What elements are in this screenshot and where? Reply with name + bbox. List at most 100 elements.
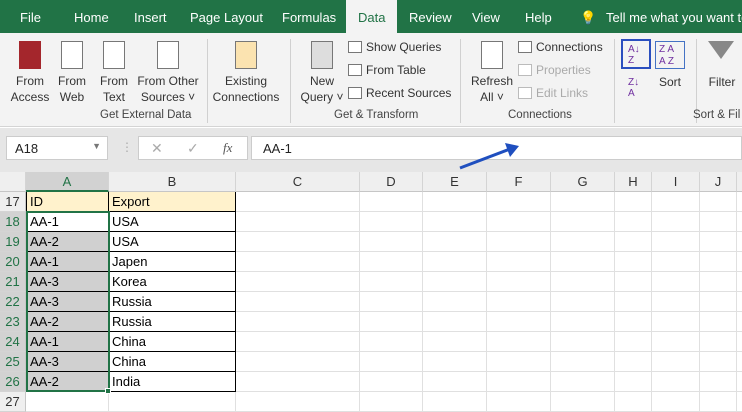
cell[interactable]	[360, 192, 423, 212]
edit-links-button[interactable]: Edit Links	[518, 86, 588, 100]
cell[interactable]	[615, 272, 652, 292]
cell[interactable]	[737, 312, 742, 332]
cell[interactable]	[487, 272, 551, 292]
tab-formulas[interactable]: Formulas	[282, 0, 336, 33]
cell[interactable]	[700, 292, 737, 312]
cell[interactable]	[487, 192, 551, 212]
tab-file[interactable]: File	[20, 0, 41, 33]
cell[interactable]	[236, 232, 360, 252]
row-header[interactable]: 20	[0, 252, 26, 272]
cell-a[interactable]: AA-2	[26, 372, 109, 392]
cell[interactable]	[236, 332, 360, 352]
cell[interactable]	[700, 192, 737, 212]
cell[interactable]	[652, 232, 700, 252]
cell[interactable]	[236, 292, 360, 312]
column-header-i[interactable]: I	[652, 172, 700, 192]
cell[interactable]	[700, 232, 737, 252]
cell[interactable]	[487, 292, 551, 312]
existing-connections-button[interactable]: Existing Connections	[210, 41, 282, 105]
cell[interactable]	[487, 372, 551, 392]
row-header[interactable]: 25	[0, 352, 26, 372]
cell[interactable]	[700, 252, 737, 272]
cell[interactable]	[551, 392, 615, 412]
cell[interactable]	[487, 212, 551, 232]
cell[interactable]	[236, 212, 360, 232]
sort-z-to-a-button[interactable]: Z↓ A	[628, 77, 639, 99]
cell[interactable]	[615, 372, 652, 392]
cell[interactable]	[487, 392, 551, 412]
cell[interactable]	[615, 312, 652, 332]
cell-a[interactable]: ID	[26, 192, 109, 212]
cell[interactable]	[737, 212, 742, 232]
cell[interactable]	[700, 272, 737, 292]
cell[interactable]	[423, 372, 487, 392]
cell[interactable]	[737, 372, 742, 392]
row-header[interactable]: 19	[0, 232, 26, 252]
cell-b[interactable]: China	[109, 352, 236, 372]
cell[interactable]	[700, 352, 737, 372]
cell[interactable]	[487, 252, 551, 272]
cell[interactable]	[615, 352, 652, 372]
cell[interactable]	[551, 272, 615, 292]
cell[interactable]	[487, 232, 551, 252]
cell[interactable]	[360, 312, 423, 332]
tab-view[interactable]: View	[472, 0, 500, 33]
cell[interactable]	[360, 252, 423, 272]
cell[interactable]	[737, 332, 742, 352]
cell[interactable]	[551, 312, 615, 332]
cell[interactable]	[615, 392, 652, 412]
cell[interactable]	[423, 312, 487, 332]
cell[interactable]	[236, 272, 360, 292]
cell-a[interactable]	[26, 392, 109, 412]
sort-a-to-z-button[interactable]: A↓ Z	[621, 39, 651, 69]
tab-page-layout[interactable]: Page Layout	[190, 0, 263, 33]
cell[interactable]	[615, 232, 652, 252]
insert-function-icon[interactable]: fx	[223, 140, 232, 156]
column-header-e[interactable]: E	[423, 172, 487, 192]
cell[interactable]	[236, 372, 360, 392]
cell[interactable]	[236, 392, 360, 412]
cell-b[interactable]: USA	[109, 232, 236, 252]
cell[interactable]	[700, 332, 737, 352]
cell[interactable]	[551, 292, 615, 312]
tab-review[interactable]: Review	[409, 0, 452, 33]
cell[interactable]	[652, 292, 700, 312]
cell[interactable]	[360, 372, 423, 392]
properties-button[interactable]: Properties	[518, 63, 591, 77]
cell[interactable]	[615, 332, 652, 352]
cell[interactable]	[700, 312, 737, 332]
cell[interactable]	[360, 212, 423, 232]
cell[interactable]	[487, 332, 551, 352]
cell[interactable]	[551, 232, 615, 252]
show-queries-button[interactable]: Show Queries	[348, 40, 441, 54]
row-header[interactable]: 21	[0, 272, 26, 292]
column-header-h[interactable]: H	[615, 172, 652, 192]
select-all-corner[interactable]	[0, 172, 26, 192]
sort-button[interactable]: Sort	[655, 74, 685, 90]
cell[interactable]	[652, 352, 700, 372]
cell[interactable]	[423, 252, 487, 272]
cell[interactable]	[652, 372, 700, 392]
tell-me-search[interactable]: Tell me what you want to	[606, 0, 742, 33]
cell-a[interactable]: AA-1	[26, 212, 109, 232]
row-header[interactable]: 17	[0, 192, 26, 212]
cell[interactable]	[652, 212, 700, 232]
cell[interactable]	[615, 252, 652, 272]
row-header[interactable]: 27	[0, 392, 26, 412]
cell[interactable]	[360, 232, 423, 252]
tab-data[interactable]: Data	[346, 0, 398, 33]
cell[interactable]	[423, 272, 487, 292]
from-text-button[interactable]: From Text	[96, 41, 132, 105]
cell[interactable]	[236, 352, 360, 372]
cell[interactable]	[360, 292, 423, 312]
tab-help[interactable]: Help	[525, 0, 552, 33]
cell-b[interactable]: Export	[109, 192, 236, 212]
cell[interactable]	[615, 212, 652, 232]
cancel-icon[interactable]: ✕	[151, 140, 163, 157]
cell[interactable]	[551, 352, 615, 372]
column-header-d[interactable]: D	[360, 172, 423, 192]
cell[interactable]	[551, 192, 615, 212]
from-web-button[interactable]: From Web	[54, 41, 90, 105]
cell[interactable]	[551, 252, 615, 272]
tab-insert[interactable]: Insert	[134, 0, 167, 33]
